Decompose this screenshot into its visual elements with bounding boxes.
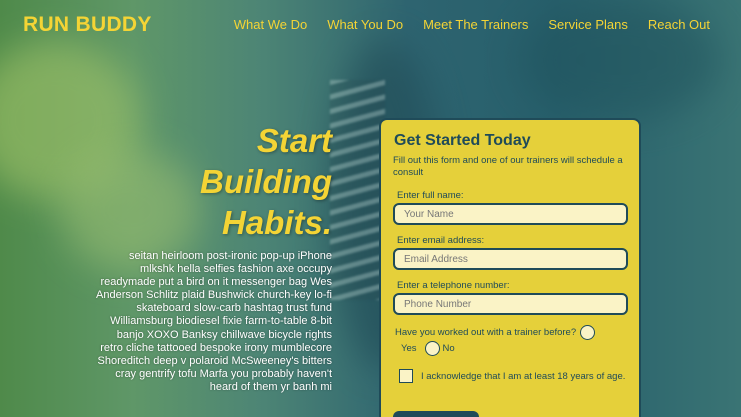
- hero-body-text: seitan heirloom post-ironic pop-up iPhon…: [96, 250, 332, 393]
- site-header: RUN BUDDY What We Do What You Do Meet Th…: [0, 0, 741, 50]
- email-label: Enter email address:: [397, 235, 485, 246]
- name-field-group: Enter full name:: [393, 190, 628, 225]
- age-acknowledgement: I acknowledge that I am at least 18 year…: [399, 368, 631, 386]
- no-radio[interactable]: [424, 341, 440, 356]
- hero-title-line: Start: [256, 122, 332, 159]
- hero-title: Start Building Habits.: [150, 120, 332, 243]
- name-input[interactable]: [393, 203, 628, 225]
- trainer-question-label: Have you worked out with a trainer befor…: [395, 327, 577, 338]
- hero-title-line: Habits.: [221, 204, 332, 241]
- email-field-group: Enter email address:: [393, 235, 628, 270]
- phone-input[interactable]: [393, 293, 628, 315]
- site-logo[interactable]: RUN BUDDY: [23, 13, 152, 37]
- trainer-question: Have you worked out with a trainer befor…: [395, 325, 596, 340]
- get-started-form: Get Started Today Fill out this form and…: [379, 118, 641, 417]
- background-runner-shirt: [330, 80, 385, 300]
- submit-button[interactable]: [393, 411, 479, 417]
- form-subtitle: Fill out this form and one of our traine…: [393, 155, 623, 178]
- phone-label: Enter a telephone number:: [397, 280, 510, 291]
- nav-what-you-do[interactable]: What You Do: [327, 17, 403, 32]
- phone-field-group: Enter a telephone number:: [393, 280, 628, 315]
- yes-label: Yes: [401, 343, 417, 354]
- nav-service-plans[interactable]: Service Plans: [548, 17, 627, 32]
- nav-meet-the-trainers[interactable]: Meet The Trainers: [423, 17, 528, 32]
- no-label: No: [442, 343, 455, 354]
- name-label: Enter full name:: [397, 190, 464, 201]
- hero-title-line: Building: [200, 163, 332, 200]
- main-nav: What We Do What You Do Meet The Trainers…: [234, 17, 710, 32]
- age-checkbox[interactable]: [399, 369, 413, 383]
- nav-reach-out[interactable]: Reach Out: [648, 17, 710, 32]
- trainer-question-radio[interactable]: [580, 325, 596, 340]
- form-title: Get Started Today: [394, 132, 531, 149]
- age-acknowledgement-label: I acknowledge that I am at least 18 year…: [421, 371, 626, 382]
- email-input[interactable]: [393, 248, 628, 270]
- nav-what-we-do[interactable]: What We Do: [234, 17, 307, 32]
- yes-no-options: Yes No: [401, 341, 455, 356]
